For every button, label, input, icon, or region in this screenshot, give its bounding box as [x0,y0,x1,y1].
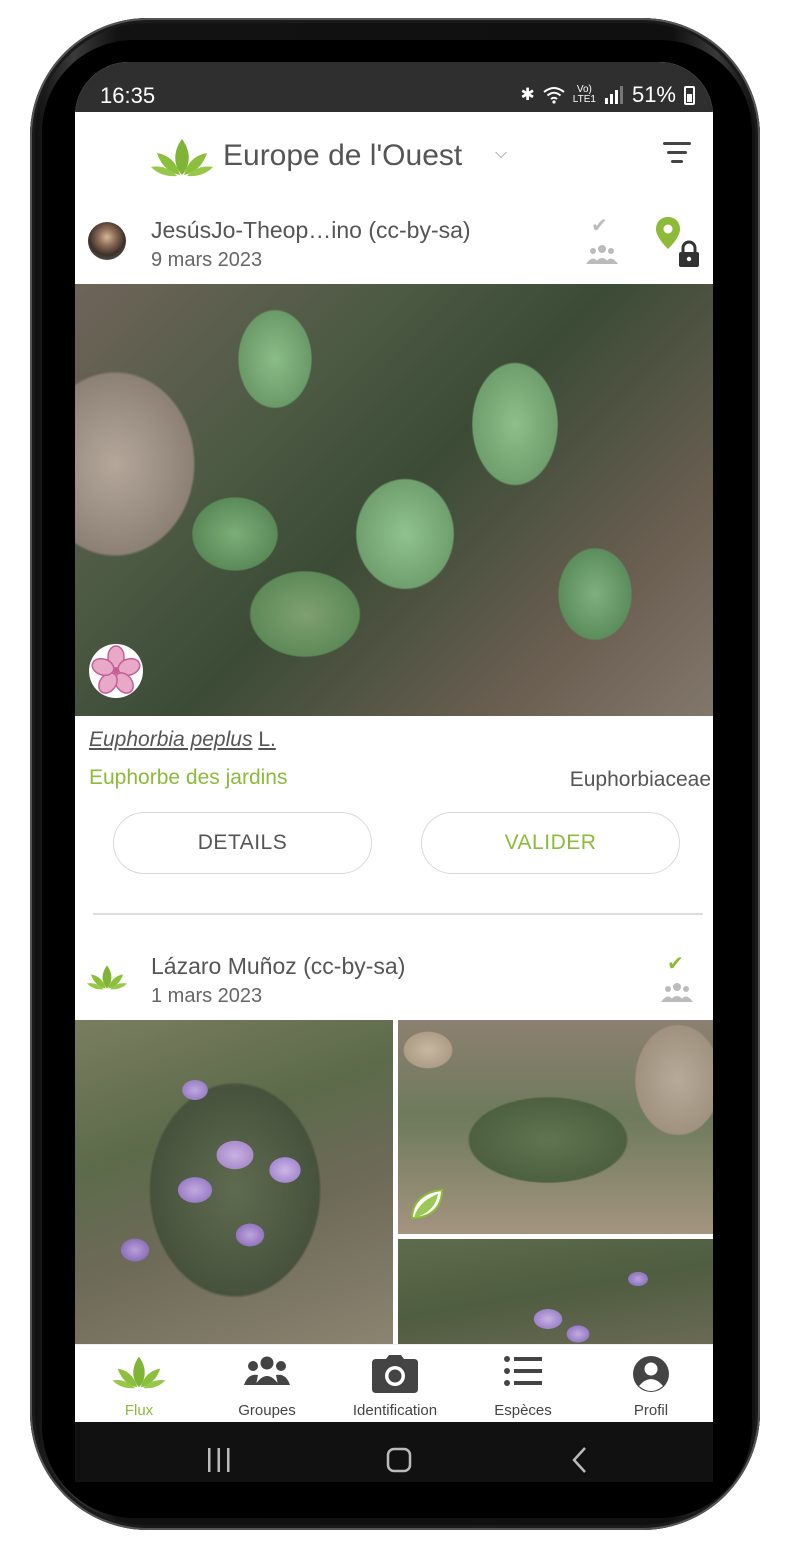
list-icon [504,1356,542,1386]
check-icon: ✔ [667,953,684,975]
nav-identification[interactable]: Identification [331,1345,459,1423]
details-button-label: DETAILS [197,831,288,854]
flower-icon [89,644,143,698]
groups-icon [661,983,693,1002]
post-author[interactable]: JesúsJo-Theop…ino (cc-by-sa) [151,217,471,244]
leaf-icon [112,1356,166,1389]
post-date: 9 mars 2023 [151,249,263,271]
volte-icon: Vo) LTE1 [572,84,596,105]
profile-icon [633,1356,669,1392]
post-divider [93,913,703,915]
species-info: Euphorbia peplus L. Euphorbe des jardins… [75,716,713,811]
camera-icon [372,1355,418,1393]
battery-icon [684,85,695,105]
status-time: 16:35 [100,83,156,108]
plantnet-avatar-icon[interactable] [87,964,127,990]
plantnet-logo-icon [151,139,213,177]
back-icon[interactable] [571,1446,589,1474]
observation-photo[interactable] [75,1020,393,1344]
nav-groupes[interactable]: Groupes [203,1345,331,1423]
scientific-name[interactable]: Euphorbia peplus L. [89,728,276,752]
nav-label: Profil [633,1402,669,1419]
chevron-down-icon[interactable]: ⌵ [495,145,507,163]
groups-icon [586,245,618,264]
bottom-navigation: Flux Groupes Identification Espèces Prof… [75,1344,713,1423]
system-navigation-bar [75,1422,713,1482]
post-header[interactable]: JesúsJo-Theop…ino (cc-by-sa) 9 mars 2023… [75,202,713,284]
battery-level: 51% [631,82,676,107]
groups-icon [244,1356,290,1385]
nav-especes[interactable]: Espèces [459,1345,587,1423]
scientific-name-author[interactable]: L. [258,728,276,751]
validate-button[interactable]: VALIDER [421,812,680,874]
avatar[interactable] [88,222,126,260]
nav-label: Espèces [494,1402,552,1419]
post-header[interactable]: Lázaro Muñoz (cc-by-sa) 1 mars 2023 ✔ [75,938,713,1020]
app-bar: Europe de l'Ouest ⌵ [75,112,713,202]
nav-label: Groupes [238,1402,296,1419]
common-name: Euphorbe des jardins [89,766,288,789]
nav-label: Flux [124,1402,154,1419]
signal-icon [604,86,623,104]
post-author[interactable]: Lázaro Muñoz (cc-by-sa) [151,953,405,980]
observation-photo[interactable] [398,1020,713,1234]
validate-button-label: VALIDER [504,831,597,854]
home-icon[interactable] [386,1447,412,1473]
recents-icon[interactable] [206,1448,232,1472]
bluetooth-icon: ✱ [520,85,535,104]
leaf-icon [410,1188,444,1220]
app-screen: 16:35 ✱ Vo) LTE1 51% Europe de l'Ouest ⌵ … [75,62,713,1482]
details-button[interactable]: DETAILS [113,812,372,874]
filter-icon[interactable] [663,142,691,166]
nav-flux[interactable]: Flux [75,1345,203,1423]
scientific-name-species[interactable]: Euphorbia peplus [89,728,252,751]
nav-profil[interactable]: Profil [587,1345,713,1423]
post-date: 1 mars 2023 [151,985,263,1007]
wifi-icon [543,87,565,104]
observation-photo[interactable] [75,284,713,716]
family-name: Euphorbiaceae [569,768,711,791]
observation-photo[interactable] [398,1239,713,1344]
region-selector[interactable]: Europe de l'Ouest [223,139,462,173]
nav-label: Identification [352,1402,438,1419]
check-icon: ✔ [591,215,608,237]
lock-icon [679,240,699,267]
status-bar: 16:35 ✱ Vo) LTE1 51% [75,62,713,112]
